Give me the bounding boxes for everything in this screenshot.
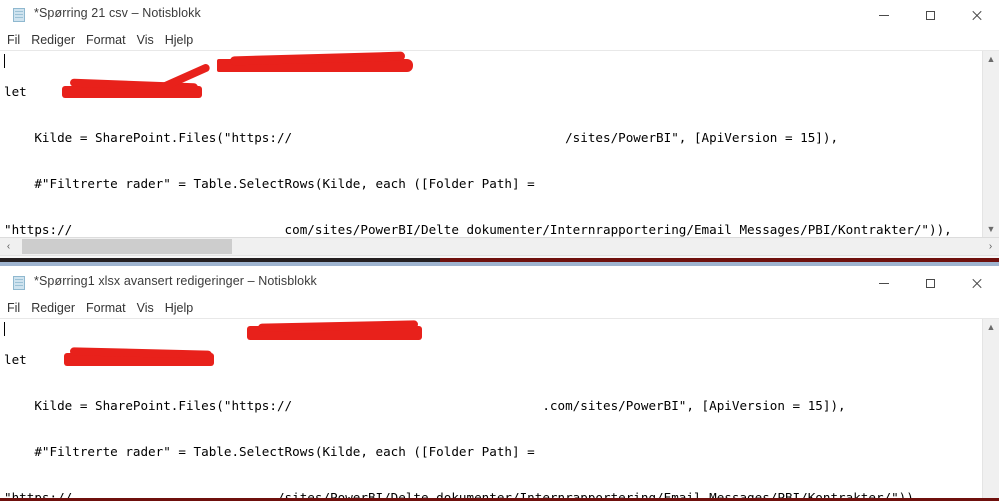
- window-2-vertical-scrollbar[interactable]: ▲: [982, 319, 999, 501]
- code-line: Kilde = SharePoint.Files("https:// .com/…: [4, 397, 846, 413]
- window-1-horizontal-scrollbar[interactable]: ‹ ›: [0, 237, 999, 255]
- window-2-controls[interactable]: [861, 268, 999, 298]
- close-button[interactable]: [953, 0, 999, 30]
- window-1-title-bar[interactable]: *Spørring 21 csv – Notisblokk: [0, 0, 999, 30]
- minimize-button[interactable]: [861, 0, 907, 30]
- code-line: let: [4, 351, 27, 367]
- minimize-button[interactable]: [861, 268, 907, 298]
- scroll-right-arrow[interactable]: ›: [982, 238, 999, 255]
- code-line: Kilde = SharePoint.Files("https:// /site…: [4, 129, 839, 145]
- code-line: let: [4, 83, 27, 99]
- window-1-vertical-scrollbar[interactable]: ▲ ▼: [982, 51, 999, 237]
- notepad-icon: [13, 276, 27, 290]
- menu-item-fil[interactable]: Fil: [7, 301, 20, 315]
- window-1-code: let Kilde = SharePoint.Files("https:// /…: [0, 51, 999, 237]
- menu-item-hjelp[interactable]: Hjelp: [165, 33, 194, 47]
- scroll-thumb[interactable]: [22, 239, 232, 254]
- scroll-up-arrow[interactable]: ▲: [983, 319, 999, 335]
- desktop: *Spørring 21 csv – Notisblokk Fil Redige…: [0, 0, 999, 501]
- window-2-code: let Kilde = SharePoint.Files("https:// .…: [0, 319, 999, 501]
- code-line: #"Filtrerte rader" = Table.SelectRows(Ki…: [4, 175, 535, 191]
- scroll-up-arrow[interactable]: ▲: [983, 51, 999, 67]
- menu-item-rediger[interactable]: Rediger: [31, 301, 75, 315]
- menu-item-vis[interactable]: Vis: [137, 301, 154, 315]
- menu-item-fil[interactable]: Fil: [7, 33, 20, 47]
- window-2-menu-bar[interactable]: Fil Rediger Format Vis Hjelp: [0, 298, 999, 318]
- window-1-text-area[interactable]: let Kilde = SharePoint.Files("https:// /…: [0, 50, 999, 237]
- code-line: #"Filtrerte rader" = Table.SelectRows(Ki…: [4, 443, 535, 459]
- menu-item-rediger[interactable]: Rediger: [31, 33, 75, 47]
- notepad-icon: [13, 8, 27, 22]
- close-button[interactable]: [953, 268, 999, 298]
- code-line: "https:// com/sites/PowerBI/Delte dokume…: [4, 221, 952, 237]
- window-1-menu-bar[interactable]: Fil Rediger Format Vis Hjelp: [0, 30, 999, 50]
- notepad-window-2[interactable]: *Spørring1 xlsx avansert redigeringer – …: [0, 266, 999, 501]
- menu-item-format[interactable]: Format: [86, 33, 126, 47]
- menu-item-vis[interactable]: Vis: [137, 33, 154, 47]
- window-1-controls[interactable]: [861, 0, 999, 30]
- scroll-left-arrow[interactable]: ‹: [0, 238, 17, 255]
- maximize-button[interactable]: [907, 268, 953, 298]
- window-2-title: *Spørring1 xlsx avansert redigeringer – …: [34, 274, 317, 288]
- menu-item-format[interactable]: Format: [86, 301, 126, 315]
- window-2-title-bar[interactable]: *Spørring1 xlsx avansert redigeringer – …: [0, 266, 999, 298]
- window-2-text-area[interactable]: let Kilde = SharePoint.Files("https:// .…: [0, 318, 999, 501]
- window-1-title: *Spørring 21 csv – Notisblokk: [34, 6, 201, 20]
- maximize-button[interactable]: [907, 0, 953, 30]
- menu-item-hjelp[interactable]: Hjelp: [165, 301, 194, 315]
- notepad-window-1[interactable]: *Spørring 21 csv – Notisblokk Fil Redige…: [0, 0, 999, 262]
- scroll-down-arrow[interactable]: ▼: [983, 221, 999, 237]
